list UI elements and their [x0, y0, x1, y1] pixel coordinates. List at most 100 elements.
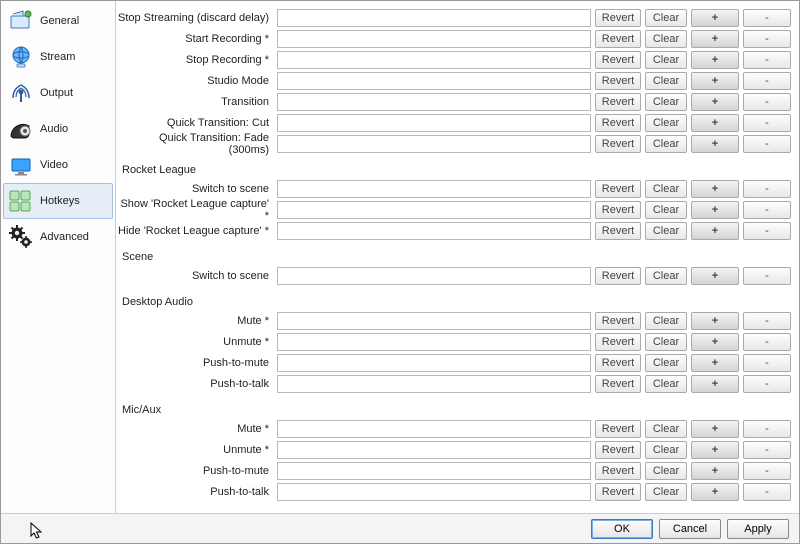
- add-button[interactable]: +: [691, 420, 739, 438]
- clear-button[interactable]: Clear: [645, 9, 687, 27]
- add-button[interactable]: +: [691, 222, 739, 240]
- revert-button[interactable]: Revert: [595, 375, 641, 393]
- remove-button[interactable]: -: [743, 72, 791, 90]
- remove-button[interactable]: -: [743, 93, 791, 111]
- remove-button[interactable]: -: [743, 180, 791, 198]
- remove-button[interactable]: -: [743, 420, 791, 438]
- revert-button[interactable]: Revert: [595, 222, 641, 240]
- remove-button[interactable]: -: [743, 312, 791, 330]
- add-button[interactable]: +: [691, 267, 739, 285]
- remove-button[interactable]: -: [743, 267, 791, 285]
- revert-button[interactable]: Revert: [595, 72, 641, 90]
- hotkey-input[interactable]: [277, 375, 591, 393]
- remove-button[interactable]: -: [743, 441, 791, 459]
- revert-button[interactable]: Revert: [595, 333, 641, 351]
- hotkey-input[interactable]: [277, 180, 591, 198]
- hotkey-input[interactable]: [277, 30, 591, 48]
- hotkey-input[interactable]: [277, 135, 591, 153]
- add-button[interactable]: +: [691, 375, 739, 393]
- hotkey-input[interactable]: [277, 72, 591, 90]
- sidebar-item-advanced[interactable]: Advanced: [3, 219, 113, 255]
- revert-button[interactable]: Revert: [595, 135, 641, 153]
- hotkey-input[interactable]: [277, 267, 591, 285]
- remove-button[interactable]: -: [743, 30, 791, 48]
- revert-button[interactable]: Revert: [595, 312, 641, 330]
- clear-button[interactable]: Clear: [645, 420, 687, 438]
- clear-button[interactable]: Clear: [645, 462, 687, 480]
- remove-button[interactable]: -: [743, 9, 791, 27]
- revert-button[interactable]: Revert: [595, 441, 641, 459]
- add-button[interactable]: +: [691, 30, 739, 48]
- cancel-button[interactable]: Cancel: [659, 519, 721, 539]
- clear-button[interactable]: Clear: [645, 135, 687, 153]
- clear-button[interactable]: Clear: [645, 267, 687, 285]
- add-button[interactable]: +: [691, 135, 739, 153]
- revert-button[interactable]: Revert: [595, 93, 641, 111]
- add-button[interactable]: +: [691, 51, 739, 69]
- remove-button[interactable]: -: [743, 114, 791, 132]
- hotkey-input[interactable]: [277, 483, 591, 501]
- add-button[interactable]: +: [691, 483, 739, 501]
- hotkey-input[interactable]: [277, 9, 591, 27]
- sidebar-item-stream[interactable]: Stream: [3, 39, 113, 75]
- revert-button[interactable]: Revert: [595, 180, 641, 198]
- add-button[interactable]: +: [691, 9, 739, 27]
- revert-button[interactable]: Revert: [595, 354, 641, 372]
- hotkey-input[interactable]: [277, 51, 591, 69]
- hotkey-input[interactable]: [277, 333, 591, 351]
- clear-button[interactable]: Clear: [645, 30, 687, 48]
- ok-button[interactable]: OK: [591, 519, 653, 539]
- add-button[interactable]: +: [691, 201, 739, 219]
- revert-button[interactable]: Revert: [595, 201, 641, 219]
- revert-button[interactable]: Revert: [595, 462, 641, 480]
- sidebar-item-audio[interactable]: Audio: [3, 111, 113, 147]
- remove-button[interactable]: -: [743, 201, 791, 219]
- clear-button[interactable]: Clear: [645, 114, 687, 132]
- remove-button[interactable]: -: [743, 333, 791, 351]
- add-button[interactable]: +: [691, 312, 739, 330]
- clear-button[interactable]: Clear: [645, 222, 687, 240]
- sidebar-item-hotkeys[interactable]: Hotkeys: [3, 183, 113, 219]
- clear-button[interactable]: Clear: [645, 72, 687, 90]
- clear-button[interactable]: Clear: [645, 375, 687, 393]
- revert-button[interactable]: Revert: [595, 267, 641, 285]
- revert-button[interactable]: Revert: [595, 51, 641, 69]
- hotkey-input[interactable]: [277, 201, 591, 219]
- clear-button[interactable]: Clear: [645, 312, 687, 330]
- hotkey-input[interactable]: [277, 93, 591, 111]
- add-button[interactable]: +: [691, 333, 739, 351]
- add-button[interactable]: +: [691, 180, 739, 198]
- add-button[interactable]: +: [691, 354, 739, 372]
- clear-button[interactable]: Clear: [645, 333, 687, 351]
- hotkey-input[interactable]: [277, 354, 591, 372]
- add-button[interactable]: +: [691, 441, 739, 459]
- clear-button[interactable]: Clear: [645, 51, 687, 69]
- revert-button[interactable]: Revert: [595, 114, 641, 132]
- add-button[interactable]: +: [691, 93, 739, 111]
- remove-button[interactable]: -: [743, 375, 791, 393]
- revert-button[interactable]: Revert: [595, 30, 641, 48]
- clear-button[interactable]: Clear: [645, 354, 687, 372]
- clear-button[interactable]: Clear: [645, 180, 687, 198]
- clear-button[interactable]: Clear: [645, 201, 687, 219]
- remove-button[interactable]: -: [743, 354, 791, 372]
- clear-button[interactable]: Clear: [645, 93, 687, 111]
- sidebar-item-output[interactable]: Output: [3, 75, 113, 111]
- apply-button[interactable]: Apply: [727, 519, 789, 539]
- remove-button[interactable]: -: [743, 51, 791, 69]
- add-button[interactable]: +: [691, 114, 739, 132]
- sidebar-item-video[interactable]: Video: [3, 147, 113, 183]
- hotkey-input[interactable]: [277, 222, 591, 240]
- remove-button[interactable]: -: [743, 462, 791, 480]
- sidebar-item-general[interactable]: General: [3, 3, 113, 39]
- remove-button[interactable]: -: [743, 135, 791, 153]
- revert-button[interactable]: Revert: [595, 483, 641, 501]
- hotkey-input[interactable]: [277, 441, 591, 459]
- clear-button[interactable]: Clear: [645, 441, 687, 459]
- revert-button[interactable]: Revert: [595, 420, 641, 438]
- clear-button[interactable]: Clear: [645, 483, 687, 501]
- hotkey-input[interactable]: [277, 114, 591, 132]
- hotkey-input[interactable]: [277, 420, 591, 438]
- remove-button[interactable]: -: [743, 222, 791, 240]
- hotkey-input[interactable]: [277, 462, 591, 480]
